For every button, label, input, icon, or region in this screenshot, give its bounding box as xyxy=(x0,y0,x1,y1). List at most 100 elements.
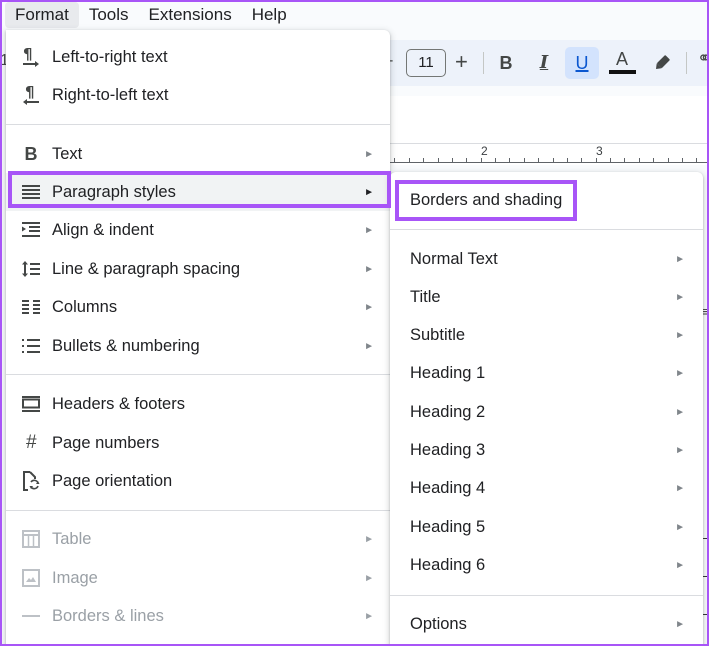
line-spacing-icon xyxy=(20,258,42,280)
pencil-icon xyxy=(655,55,670,70)
svg-text:¶: ¶ xyxy=(25,84,35,101)
submenu-arrow-icon: ► xyxy=(675,445,685,456)
menu-tools[interactable]: Tools xyxy=(79,2,139,28)
submenu-arrow-icon: ► xyxy=(364,224,374,236)
submenu-arrow-icon: ► xyxy=(675,330,685,342)
ruler-tick xyxy=(668,158,669,163)
submenu-arrow-icon: ► xyxy=(364,186,374,198)
ruler-tick xyxy=(696,158,697,163)
menu-item-right-to-left-text[interactable]: ¶ Right-to-left text xyxy=(6,76,390,114)
submenu-arrow-icon: ► xyxy=(675,291,685,303)
ltr-paragraph-icon: ¶ xyxy=(20,46,42,68)
ruler-tick xyxy=(495,158,496,163)
headers-footers-icon xyxy=(20,393,42,415)
ruler-tick xyxy=(596,158,597,163)
menu-item-style-heading-3[interactable]: Heading 3 ► xyxy=(390,432,703,470)
text-color-swatch xyxy=(609,70,636,74)
ruler-tick xyxy=(581,158,582,163)
submenu-arrow-icon: ► xyxy=(675,618,685,630)
ruler-tick xyxy=(452,158,453,163)
ruler-label: 2 xyxy=(481,144,488,158)
submenu-arrow-icon: ► xyxy=(364,572,374,584)
submenu-arrow-icon: ► xyxy=(364,533,374,545)
highlight-color-button[interactable] xyxy=(645,47,679,79)
menu-item-page-orientation[interactable]: Page orientation xyxy=(6,462,390,500)
paragraph-styles-icon xyxy=(20,181,42,203)
font-size-input[interactable]: 11 xyxy=(406,49,446,77)
ruler-tick xyxy=(423,158,424,163)
submenu-arrow-icon: ► xyxy=(675,521,685,533)
menu-help[interactable]: Help xyxy=(242,2,297,28)
ruler-tick xyxy=(481,158,482,163)
submenu-arrow-icon: ► xyxy=(364,301,374,313)
menu-item-style-normal-text[interactable]: Normal Text ► xyxy=(390,240,703,278)
ruler-tick xyxy=(610,158,611,163)
image-icon xyxy=(20,567,42,589)
menu-item-style-heading-2[interactable]: Heading 2 ► xyxy=(390,393,703,431)
submenu-arrow-icon: ► xyxy=(364,263,374,275)
menu-item-style-heading-5[interactable]: Heading 5 ► xyxy=(390,508,703,546)
menu-divider xyxy=(390,595,703,596)
underline-button[interactable]: U xyxy=(565,47,599,79)
bold-button[interactable]: B xyxy=(489,47,523,79)
menu-divider xyxy=(6,124,390,125)
ruler-tick xyxy=(653,158,654,163)
menu-item-left-to-right-text[interactable]: ¶ Left-to-right text xyxy=(6,38,390,76)
menu-item-paragraph-styles[interactable]: Paragraph styles ► xyxy=(6,173,390,211)
menu-item-columns[interactable]: Columns ► xyxy=(6,288,390,326)
menu-item-borders-lines[interactable]: Borders & lines ► xyxy=(6,597,390,635)
ruler-tick xyxy=(702,576,709,577)
submenu-arrow-icon: ► xyxy=(675,406,685,418)
menu-divider xyxy=(390,229,703,230)
menu-item-table[interactable]: Table ► xyxy=(6,520,390,558)
menu-item-options[interactable]: Options ► xyxy=(390,605,703,643)
rtl-paragraph-icon: ¶ xyxy=(20,84,42,106)
menu-item-line-paragraph-spacing[interactable]: Line & paragraph spacing ► xyxy=(6,250,390,288)
format-menu: ¶ Left-to-right text ¶ Right-to-left tex… xyxy=(6,30,390,646)
table-icon xyxy=(20,528,42,550)
ruler-tick xyxy=(509,158,510,163)
horizontal-ruler[interactable]: 2 3 xyxy=(380,143,709,165)
menu-divider xyxy=(6,510,390,511)
ruler-tick xyxy=(567,158,568,163)
menu-item-align-indent[interactable]: Align & indent ► xyxy=(6,211,390,249)
link-icon[interactable]: ⚭ xyxy=(697,48,709,69)
menu-format[interactable]: Format xyxy=(5,2,79,28)
menu-item-borders-and-shading[interactable]: Borders and shading xyxy=(390,181,703,219)
ruler-tick xyxy=(553,158,554,163)
ruler-label: 3 xyxy=(596,144,603,158)
menu-item-headers-footers[interactable]: Headers & footers xyxy=(6,385,390,423)
bold-icon: B xyxy=(24,143,38,164)
hash-icon: # xyxy=(25,432,37,453)
menu-item-style-heading-6[interactable]: Heading 6 ► xyxy=(390,546,703,584)
ruler-tick xyxy=(624,158,625,163)
submenu-arrow-icon: ► xyxy=(675,253,685,265)
menu-item-page-numbers[interactable]: # Page numbers xyxy=(6,424,390,462)
indent-icon xyxy=(20,219,42,241)
submenu-arrow-icon: ► xyxy=(675,483,685,495)
menu-item-text[interactable]: B Text ► xyxy=(6,135,390,173)
italic-button[interactable]: I xyxy=(527,47,561,79)
menu-divider xyxy=(6,374,390,375)
menu-item-style-heading-1[interactable]: Heading 1 ► xyxy=(390,355,703,393)
submenu-arrow-icon: ► xyxy=(675,368,685,380)
font-size-increase-button[interactable]: + xyxy=(455,49,468,75)
submenu-arrow-icon: ► xyxy=(364,340,374,352)
toolbar-divider xyxy=(483,52,484,74)
menu-extensions[interactable]: Extensions xyxy=(139,2,242,28)
menu-item-style-title[interactable]: Title ► xyxy=(390,278,703,316)
menu-item-style-heading-4[interactable]: Heading 4 ► xyxy=(390,470,703,508)
ruler-tick xyxy=(682,158,683,163)
ruler-baseline xyxy=(380,162,709,163)
horizontal-line-icon xyxy=(20,605,42,627)
menu-item-style-subtitle[interactable]: Subtitle ► xyxy=(390,317,703,355)
columns-icon xyxy=(20,296,42,318)
menu-item-image[interactable]: Image ► xyxy=(6,559,390,597)
bulleted-list-icon xyxy=(20,335,42,357)
ruler-tick xyxy=(524,158,525,163)
ruler-tick xyxy=(538,158,539,163)
ruler-tick xyxy=(702,538,709,539)
ruler-tick xyxy=(409,158,410,163)
menu-item-bullets-numbering[interactable]: Bullets & numbering ► xyxy=(6,327,390,365)
paragraph-styles-submenu: Borders and shading Normal Text ► Title ► Su… xyxy=(390,172,703,646)
